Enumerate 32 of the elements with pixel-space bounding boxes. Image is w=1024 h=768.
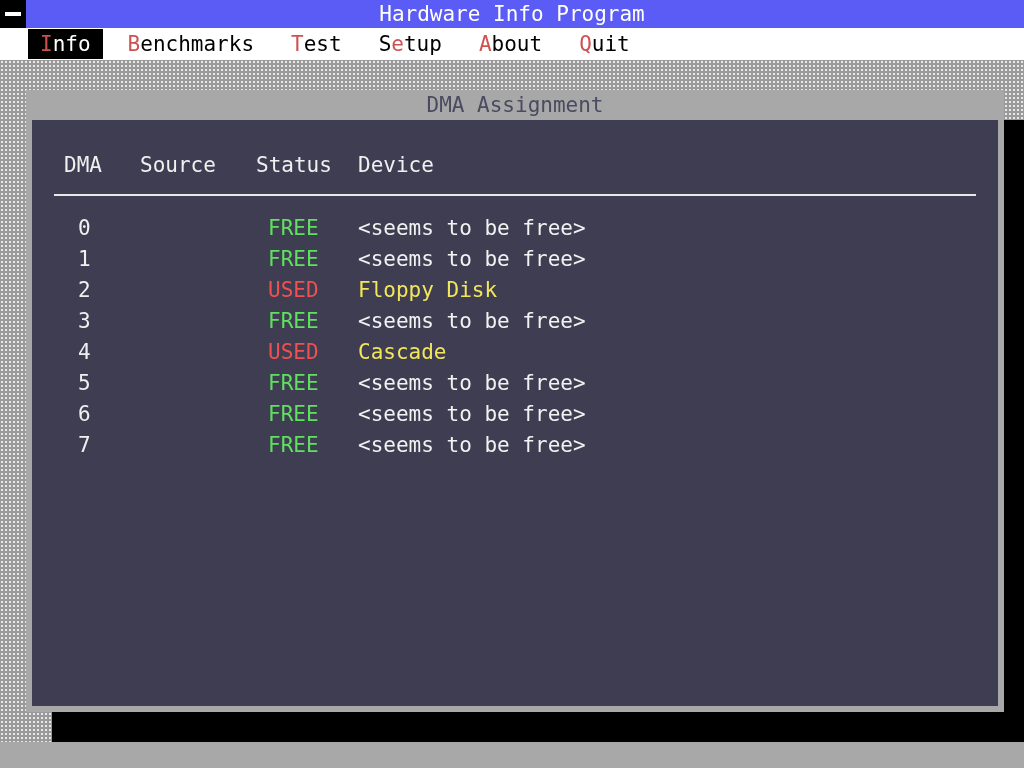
device-text: <seems to be free> [358,215,587,240]
status-text: FREE [267,246,320,271]
status-text: FREE [267,401,320,426]
dma-number: 4 [77,339,92,364]
device-text: <seems to be free> [358,370,587,395]
dma-number: 2 [77,277,92,302]
dma-number: 5 [77,370,92,395]
dma-number: 7 [77,432,92,457]
status-text: USED [267,277,320,302]
device-text: <seems to be free> [358,246,587,271]
column-header: Source [140,153,217,177]
column-header: DMA [64,153,103,177]
device-text: <seems to be free> [358,432,587,457]
device-text: Floppy Disk [358,277,499,302]
device-text: <seems to be free> [358,308,587,333]
device-text: <seems to be free> [358,401,587,426]
window-title: Hardware Info Program [379,2,645,26]
dma-number: 6 [77,401,92,426]
status-text: USED [267,339,320,364]
status-text: FREE [267,370,320,395]
device-text: Cascade [358,339,448,364]
dialog-title: DMA Assignment [425,92,605,119]
status-text: FREE [267,432,320,457]
dma-number: 0 [77,215,92,240]
status-text: FREE [267,308,320,333]
system-menu-button[interactable] [0,0,26,28]
dma-number: 1 [77,246,92,271]
menu-item[interactable]: Info [28,29,103,59]
dma-number: 3 [77,308,92,333]
column-header: Status [256,153,333,177]
status-text: FREE [267,215,320,240]
column-header: Device [358,153,435,177]
